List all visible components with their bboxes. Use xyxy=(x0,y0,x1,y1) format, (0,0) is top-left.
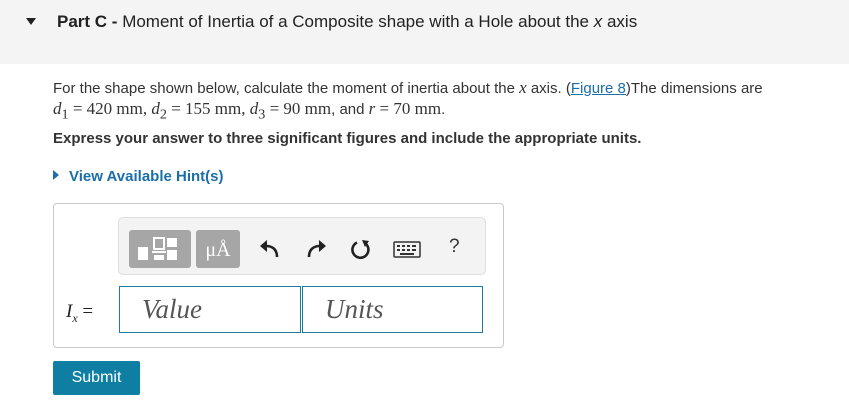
figure-link[interactable]: Figure 8 xyxy=(571,80,626,97)
keyboard-icon[interactable] xyxy=(393,240,421,265)
d2-value: = 155 mm, xyxy=(166,99,250,118)
part-label: Part C xyxy=(57,12,108,31)
reset-icon[interactable] xyxy=(349,238,373,262)
d2-sub: 2 xyxy=(159,106,167,123)
d1-sub: 1 xyxy=(61,106,69,123)
d1-value: = 420 mm, xyxy=(68,99,152,118)
instruction: Express your answer to three significant… xyxy=(53,130,642,147)
prompt-text-3: )The dimensions are xyxy=(625,80,763,97)
d1-symbol: d xyxy=(53,99,62,118)
prompt-text-2: axis. ( xyxy=(526,80,571,97)
submit-button[interactable]: Submit xyxy=(53,361,140,395)
prompt-text: For the shape shown below, calculate the… xyxy=(53,80,520,97)
hint-label: View Available Hint(s) xyxy=(69,168,224,185)
d2-symbol: d xyxy=(151,99,160,118)
help-icon[interactable]: ? xyxy=(449,236,460,258)
part-title-end: axis xyxy=(602,12,638,31)
and-text: , and xyxy=(331,101,369,118)
units-icon[interactable]: μÅ xyxy=(196,230,240,268)
templates-icon[interactable] xyxy=(129,230,191,268)
collapse-caret-icon[interactable] xyxy=(26,18,36,25)
answer-box: μÅ ? Ix = Value Units xyxy=(53,203,504,348)
redo-icon[interactable] xyxy=(304,238,328,262)
d3-value: = 90 mm xyxy=(265,99,332,118)
axis-variable: x xyxy=(519,78,527,97)
view-hints-link[interactable]: View Available Hint(s) xyxy=(53,168,224,185)
value-input[interactable]: Value xyxy=(119,286,301,333)
equation-toolbar: μÅ ? xyxy=(118,217,486,275)
equals-sign: = xyxy=(77,301,94,322)
undo-icon[interactable] xyxy=(258,238,282,262)
answer-variable: Ix = xyxy=(66,301,93,326)
prompt-end: . xyxy=(441,101,446,118)
problem-prompt: For the shape shown below, calculate the… xyxy=(53,78,843,124)
part-title: Part C - Moment of Inertia of a Composit… xyxy=(57,12,637,32)
part-separator: - xyxy=(107,12,123,31)
expand-caret-icon xyxy=(53,170,59,180)
r-value: = 70 mm xyxy=(375,99,442,118)
d3-symbol: d xyxy=(249,99,259,118)
part-header[interactable]: Part C - Moment of Inertia of a Composit… xyxy=(0,0,849,64)
dimensions: d1 = 420 mm, d2 = 155 mm, d3 = 90 mm xyxy=(53,99,332,122)
part-title-text: Moment of Inertia of a Composite shape w… xyxy=(122,12,594,31)
part-title-var: x xyxy=(593,12,603,31)
units-input[interactable]: Units xyxy=(302,286,483,333)
